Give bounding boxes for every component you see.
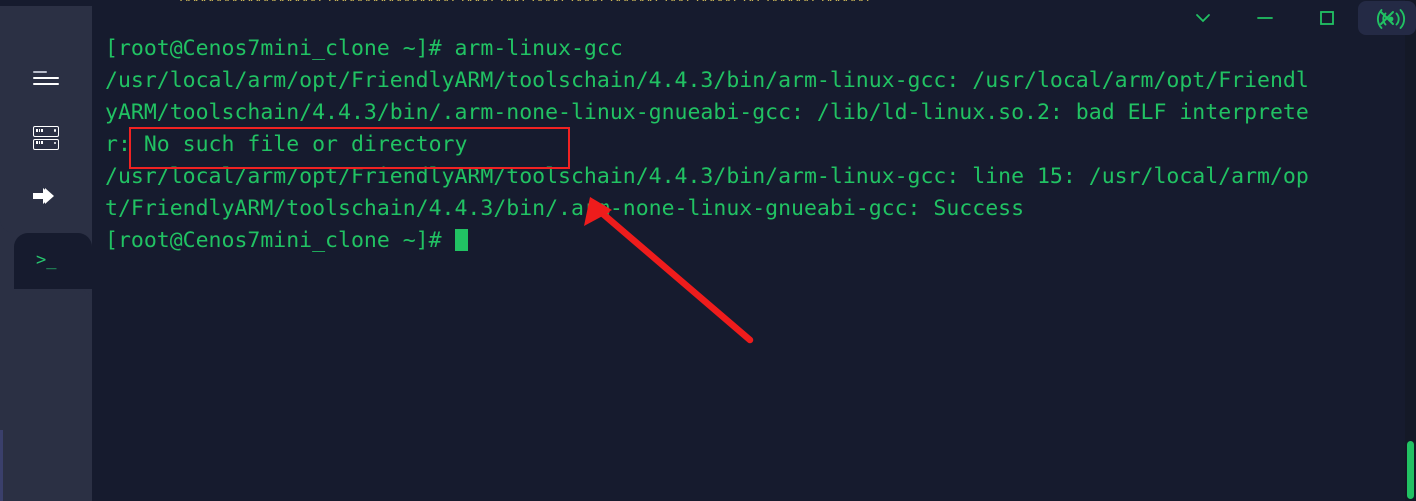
- tab-corner-shim: [0, 219, 14, 233]
- terminal-line: r: No such file or directory: [105, 132, 468, 157]
- maximize-button[interactable]: [1296, 1, 1358, 35]
- terminal-prompt-text: [root@Cenos7mini_clone ~]#: [105, 228, 455, 253]
- sidebar-accent-bar: [0, 430, 3, 501]
- close-button[interactable]: [1358, 1, 1416, 35]
- terminal-line: /usr/local/arm/opt/FriendlyARM/toolschai…: [105, 164, 1309, 189]
- terminal-line: yARM/toolschain/4.4.3/bin/.arm-none-linu…: [105, 100, 1309, 125]
- sidebar-item-forward[interactable]: [20, 173, 72, 219]
- minimize-button[interactable]: [1234, 1, 1296, 35]
- terminal-prompt-line: [root@Cenos7mini_clone ~]#: [105, 225, 1411, 257]
- fast-forward-icon: [33, 188, 54, 204]
- clipped-top-text: AAAAAAAAAAAAAAAAAA AAAAAAAAAAAAAAAA AAAA…: [180, 0, 869, 5]
- close-icon: [1380, 11, 1394, 25]
- vertical-scrollbar[interactable]: [1405, 6, 1416, 501]
- terminal-pane[interactable]: [root@Cenos7mini_clone ~]# arm-linux-gcc…: [92, 6, 1416, 501]
- sidebar-item-menu[interactable]: [20, 55, 72, 101]
- maximize-icon: [1320, 11, 1334, 25]
- sidebar-lower-area: [0, 289, 92, 501]
- terminal-output: [root@Cenos7mini_clone ~]# arm-linux-gcc…: [105, 33, 1411, 257]
- chevron-down-icon: [1196, 14, 1210, 23]
- terminal-window: AAAAAAAAAAAAAAAAAA AAAAAAAAAAAAAAAA AAAA…: [0, 0, 1416, 501]
- server-rack-icon: [33, 125, 59, 152]
- window-controls: [1172, 0, 1416, 36]
- sidebar: >_: [0, 0, 92, 501]
- terminal-cursor: [454, 229, 468, 251]
- terminal-prompt-icon: >_: [36, 250, 57, 270]
- collapse-button[interactable]: [1172, 1, 1234, 35]
- minimize-icon: [1257, 17, 1273, 19]
- sidebar-item-servers[interactable]: [20, 115, 72, 161]
- terminal-line: /usr/local/arm/opt/FriendlyARM/toolschai…: [105, 68, 1309, 93]
- hamburger-menu-icon: [33, 67, 59, 89]
- terminal-line: [root@Cenos7mini_clone ~]# arm-linux-gcc: [105, 36, 623, 61]
- scrollbar-thumb[interactable]: [1407, 441, 1414, 499]
- sidebar-tab-terminal[interactable]: >_: [14, 233, 92, 303]
- terminal-line: t/FriendlyARM/toolschain/4.4.3/bin/.arm-…: [105, 196, 1025, 221]
